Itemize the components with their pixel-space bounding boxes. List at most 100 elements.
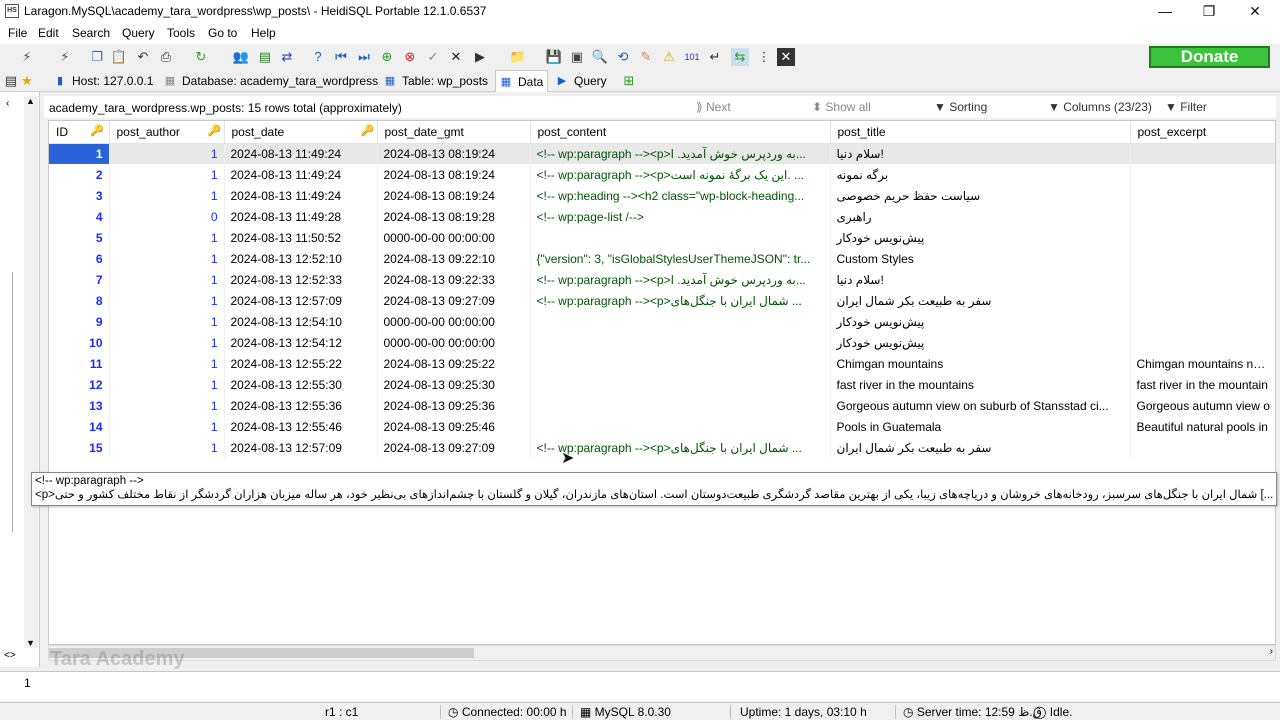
cell-post-date[interactable]: 2024-08-13 12:55:46 — [224, 416, 378, 437]
cell-post-date[interactable]: 2024-08-13 11:49:28 — [224, 206, 378, 227]
cell-id[interactable]: 11 — [49, 353, 110, 374]
cell-post-date[interactable]: 2024-08-13 12:57:09 — [224, 290, 378, 311]
export-icon[interactable]: ⇄ — [278, 48, 296, 66]
cell-post-content[interactable] — [530, 395, 831, 416]
cell-post-excerpt[interactable] — [1130, 206, 1275, 227]
tab-query[interactable]: ▶ Query — [552, 70, 607, 92]
cell-post-title[interactable]: سفر به طبیعت بکر شمال ایران — [830, 437, 1131, 458]
column-header-post-title[interactable]: post_title — [830, 121, 1131, 144]
disconnect-icon[interactable]: ⚡ — [56, 48, 74, 66]
cell-id[interactable]: 10 — [49, 332, 110, 353]
column-header-id[interactable]: ID 🔑 — [49, 121, 110, 144]
tree-scrollbar[interactable]: ▲ ▼ — [24, 96, 38, 648]
cell-post-title[interactable]: برگه نمونه — [830, 164, 1131, 185]
cell-post-author[interactable]: 0 — [109, 206, 225, 227]
cell-post-date[interactable]: 2024-08-13 12:52:33 — [224, 269, 378, 290]
cell-post-date-gmt[interactable]: 2024-08-13 08:19:24 — [377, 185, 531, 206]
cell-post-excerpt[interactable]: Beautiful natural pools in — [1130, 416, 1275, 437]
replace-icon[interactable]: ⟲ — [614, 48, 632, 66]
cell-post-date-gmt[interactable]: 0000-00-00 00:00:00 — [377, 227, 531, 248]
cell-post-date[interactable]: 2024-08-13 12:54:10 — [224, 311, 378, 332]
cell-post-content[interactable] — [530, 374, 831, 395]
cell-post-date[interactable]: 2024-08-13 12:54:12 — [224, 332, 378, 353]
cell-post-title[interactable]: Chimgan mountains — [830, 353, 1131, 374]
cell-post-content[interactable] — [530, 353, 831, 374]
cell-post-excerpt[interactable] — [1130, 164, 1275, 185]
insert-row-icon[interactable]: ⊕ — [378, 48, 396, 66]
cell-post-title[interactable]: Custom Styles — [830, 248, 1131, 269]
cell-id[interactable]: 13 — [49, 395, 110, 416]
cell-post-author[interactable]: 1 — [109, 332, 225, 353]
cell-post-content[interactable]: {"version": 3, "isGlobalStylesUserThemeJ… — [530, 248, 831, 269]
cell-post-content[interactable]: <!-- wp:paragraph --><p>شمال ایران با جن… — [530, 290, 831, 311]
cell-post-title[interactable]: Gorgeous autumn view on suburb of Stanss… — [830, 395, 1131, 416]
cell-post-author[interactable]: 1 — [109, 437, 225, 458]
menu-search[interactable]: Search — [72, 26, 110, 40]
cell-post-date-gmt[interactable]: 2024-08-13 08:19:24 — [377, 164, 531, 185]
cell-post-author[interactable]: 1 — [109, 143, 225, 164]
save-sql-icon[interactable]: ▣ — [568, 48, 586, 66]
cell-post-date-gmt[interactable]: 2024-08-13 09:22:33 — [377, 269, 531, 290]
connect-icon[interactable]: ⚡ — [18, 48, 36, 66]
cell-id[interactable]: 5 — [49, 227, 110, 248]
cell-post-date[interactable]: 2024-08-13 11:49:24 — [224, 143, 378, 164]
cell-post-excerpt[interactable]: fast river in the mountain — [1130, 374, 1275, 395]
table-row[interactable]: 11 1 2024-08-13 12:55:22 2024-08-13 09:25:2… — [49, 353, 1275, 374]
cell-post-date[interactable]: 2024-08-13 12:55:36 — [224, 395, 378, 416]
table-row[interactable]: 6 1 2024-08-13 12:52:10 2024-08-13 09:22:10… — [49, 248, 1275, 269]
close-button[interactable]: ✕ — [1232, 0, 1278, 24]
cell-post-date-gmt[interactable]: 0000-00-00 00:00:00 — [377, 332, 531, 353]
table-row[interactable]: 8 1 2024-08-13 12:57:09 2024-08-13 09:27:09… — [49, 290, 1275, 311]
cell-post-date-gmt[interactable]: 2024-08-13 09:25:22 — [377, 353, 531, 374]
cell-post-title[interactable]: fast river in the mountains — [830, 374, 1131, 395]
menu-tools[interactable]: Tools — [167, 26, 195, 40]
table-row[interactable]: 13 1 2024-08-13 12:55:36 2024-08-13 09:25:3… — [49, 395, 1275, 416]
cell-post-content[interactable]: <!-- wp:paragraph --><p>شمال ایران با جن… — [530, 437, 831, 458]
column-header-post-date-gmt[interactable]: post_date_gmt — [377, 121, 531, 144]
table-row[interactable]: 1 1 2024-08-13 11:49:24 2024-08-13 08:19:24… — [49, 143, 1275, 164]
cell-post-date[interactable]: 2024-08-13 12:55:30 — [224, 374, 378, 395]
cell-post-content[interactable]: <!-- wp:paragraph --><p>به وردپرس خوش آم… — [530, 143, 831, 164]
undo-icon[interactable]: ↶ — [134, 48, 152, 66]
refresh-icon[interactable]: ↻ — [192, 48, 210, 66]
more-icon[interactable]: ⋮ — [755, 48, 773, 66]
cell-id[interactable]: 12 — [49, 374, 110, 395]
cell-post-date-gmt[interactable]: 2024-08-13 08:19:28 — [377, 206, 531, 227]
cell-post-author[interactable]: 1 — [109, 290, 225, 311]
new-query-tab-icon[interactable]: ⊞ — [620, 72, 638, 90]
paste-icon[interactable]: 📋 — [110, 48, 128, 66]
table-row[interactable]: 7 1 2024-08-13 12:52:33 2024-08-13 09:22:33… — [49, 269, 1275, 290]
import-icon[interactable]: ▤ — [256, 48, 274, 66]
grid-horizontal-scrollbar[interactable]: › — [48, 645, 1276, 661]
cell-post-date[interactable]: 2024-08-13 12:55:22 — [224, 353, 378, 374]
cancel-icon[interactable]: ✕ — [447, 48, 465, 66]
cell-post-content[interactable] — [530, 227, 831, 248]
cell-post-content[interactable]: <!-- wp:paragraph --><p>به وردپرس خوش آم… — [530, 269, 831, 290]
sync-icon[interactable]: ⇆ — [731, 48, 749, 66]
favorites-star-icon[interactable]: ★ — [18, 72, 36, 90]
cell-post-content[interactable] — [530, 311, 831, 332]
cell-post-excerpt[interactable] — [1130, 185, 1275, 206]
cell-post-date-gmt[interactable]: 2024-08-13 09:25:46 — [377, 416, 531, 437]
menu-query[interactable]: Query — [122, 26, 155, 40]
cell-id[interactable]: 6 — [49, 248, 110, 269]
user-manager-icon[interactable]: 👥 — [232, 48, 250, 66]
cell-id[interactable]: 9 — [49, 311, 110, 332]
sql-log-panel[interactable]: 1 — [0, 671, 1280, 701]
delete-row-icon[interactable]: ⊗ — [401, 48, 419, 66]
cell-post-excerpt[interactable]: Chimgan mountains near — [1130, 353, 1275, 374]
tab-data[interactable]: ▦ Data — [495, 70, 548, 92]
column-header-post-excerpt[interactable]: post_excerpt — [1130, 121, 1275, 144]
scroll-up-icon[interactable]: ▲ — [26, 96, 35, 106]
tree-arrow-icon[interactable]: ‹ — [6, 98, 9, 109]
cell-post-author[interactable]: 1 — [109, 227, 225, 248]
cell-post-title[interactable]: پیش‌نویس خودکار — [830, 332, 1131, 353]
cell-post-date-gmt[interactable]: 2024-08-13 09:27:09 — [377, 437, 531, 458]
cell-post-date-gmt[interactable]: 2024-08-13 09:25:30 — [377, 374, 531, 395]
scroll-down-icon[interactable]: ▼ — [26, 638, 35, 648]
show-all-button[interactable]: ⬍ Show all — [812, 100, 871, 114]
cell-post-author[interactable]: 1 — [109, 248, 225, 269]
filter-button[interactable]: ▼ Filter — [1165, 100, 1207, 114]
tab-database[interactable]: ▦ Database: academy_tara_wordpress — [160, 70, 378, 92]
data-grid[interactable]: ID 🔑 post_author 🔑 post_date 🔑 post_date_gm… — [48, 120, 1276, 645]
